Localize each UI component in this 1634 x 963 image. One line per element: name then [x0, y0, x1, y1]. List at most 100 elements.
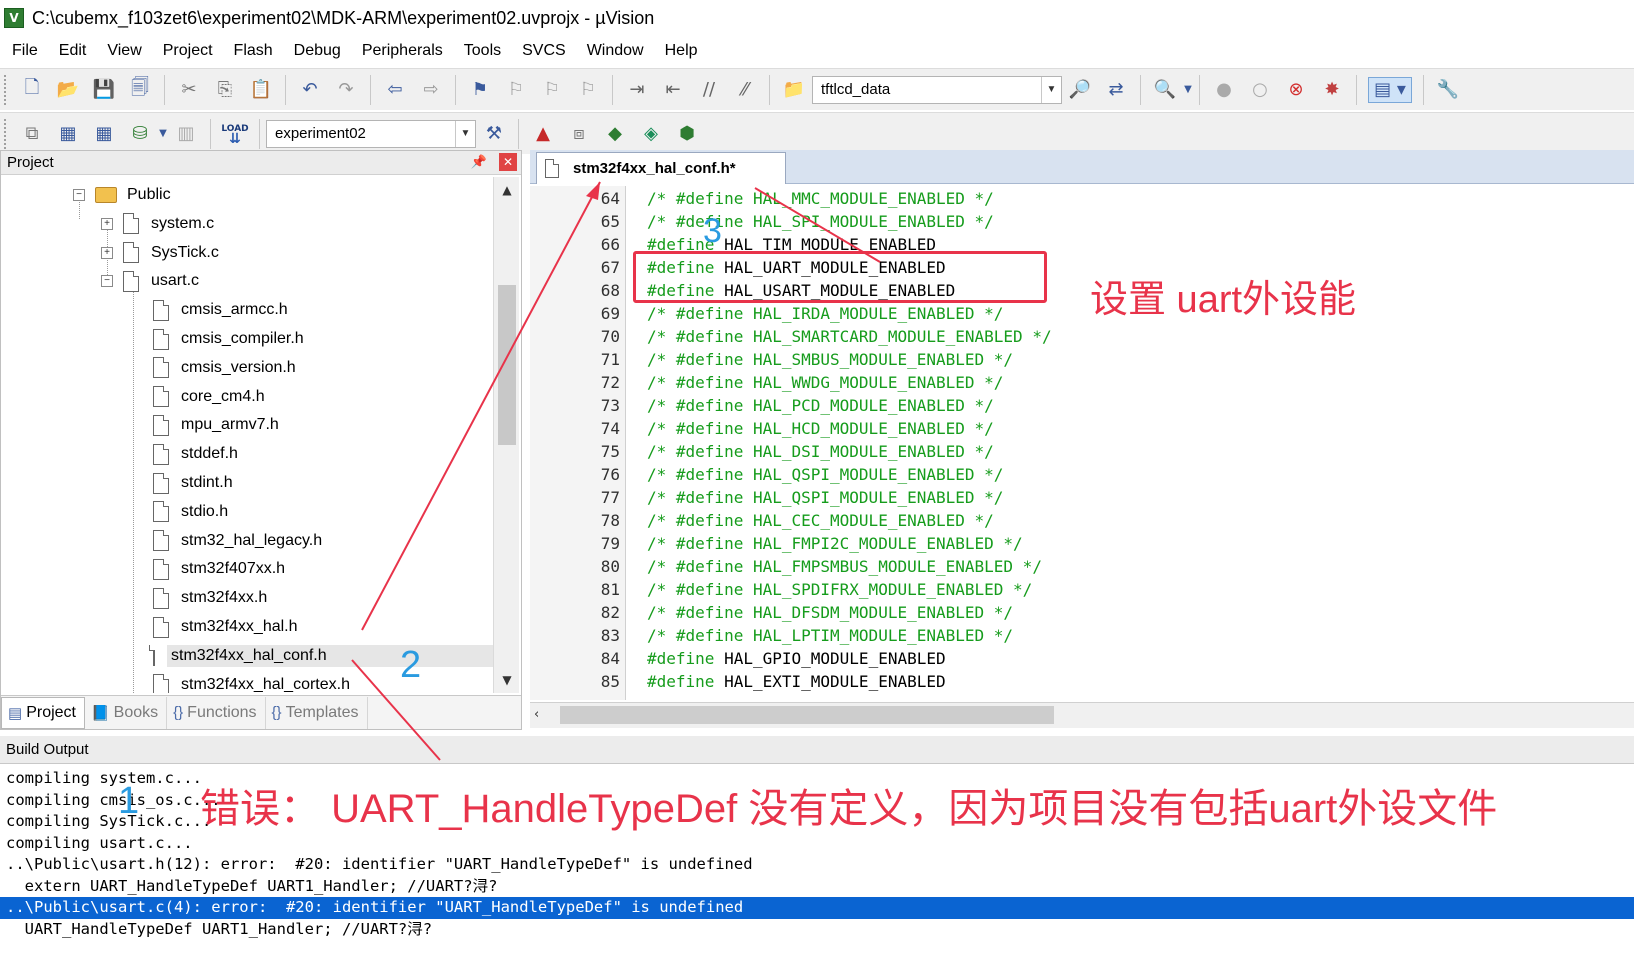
tree-item[interactable]: core_cm4.h	[153, 383, 265, 411]
menu-help[interactable]: Help	[653, 42, 707, 60]
tab-templates[interactable]: {} Templates	[266, 696, 368, 729]
tree-item[interactable]: stm32f407xx.h	[153, 555, 285, 583]
navigate-forward-icon[interactable]: ⇨	[418, 77, 444, 103]
tree-item[interactable]: cmsis_version.h	[153, 354, 296, 382]
uncomment-icon[interactable]: ⁄⁄	[732, 77, 758, 103]
build-output-line[interactable]: extern UART_HandleTypeDef UART1_Handler;…	[6, 876, 498, 898]
paste-icon[interactable]: 📋	[248, 77, 274, 103]
debug-session-icon[interactable]: 🔍	[1152, 77, 1178, 103]
rebuild-icon[interactable]: ▦	[91, 121, 117, 147]
tree-item[interactable]: stm32f4xx_hal_conf.h	[149, 642, 493, 670]
chevron-down-icon[interactable]: ▼	[1183, 77, 1193, 103]
batch-build-icon[interactable]: ⛁	[127, 121, 153, 147]
find-combo[interactable]: tftlcd_data ▼	[812, 75, 1062, 104]
download-icon[interactable]: LOAD ⇊	[221, 121, 248, 147]
redo-icon[interactable]: ↷	[333, 77, 359, 103]
open-file-icon[interactable]: 📂	[55, 77, 81, 103]
project-tree-scrollbar[interactable]: ▲ ▼	[493, 177, 519, 693]
manage-project-items-icon[interactable]: ▲	[530, 121, 556, 147]
undo-icon[interactable]: ↶	[297, 77, 323, 103]
tree-item[interactable]: cmsis_armcc.h	[153, 296, 288, 324]
tree-item[interactable]: − Public	[73, 181, 171, 209]
clear-bookmarks-icon[interactable]: ⚐	[575, 77, 601, 103]
find-symbol-icon[interactable]: ⇄	[1103, 77, 1129, 103]
cut-icon[interactable]: ✂	[176, 77, 202, 103]
build-output-line[interactable]: compiling cmsis_os.c...	[6, 790, 221, 812]
build-output-line[interactable]: ..\Public\usart.h(12): error: #20: ident…	[6, 854, 753, 876]
menu-svcs[interactable]: SVCS	[510, 42, 575, 60]
collapse-icon[interactable]: −	[101, 275, 113, 288]
toolbar-grip[interactable]	[4, 74, 8, 105]
comment-icon[interactable]: //	[696, 77, 722, 103]
tab-books[interactable]: 📘 Books	[85, 696, 168, 729]
menu-edit[interactable]: Edit	[47, 42, 96, 60]
tree-item[interactable]: stdint.h	[153, 469, 233, 497]
select-packs-icon[interactable]: ⬢	[674, 121, 700, 147]
scroll-left-icon[interactable]: ‹	[534, 707, 539, 722]
tree-item[interactable]: stddef.h	[153, 440, 238, 468]
prev-bookmark-icon[interactable]: ⚐	[503, 77, 529, 103]
translate-icon[interactable]: ⧉	[19, 121, 45, 147]
pack-installer-icon[interactable]: ◈	[638, 121, 664, 147]
menu-peripherals[interactable]: Peripherals	[350, 42, 452, 60]
scroll-thumb[interactable]	[498, 285, 516, 445]
menu-flash[interactable]: Flash	[222, 42, 282, 60]
bookmark-icon[interactable]: ⚑	[467, 77, 493, 103]
chevron-down-icon[interactable]: ▼	[158, 121, 168, 147]
menu-file[interactable]: File	[0, 42, 47, 60]
build-output-line[interactable]: ..\Public\usart.c(4): error: #20: identi…	[0, 897, 1634, 919]
breakpoint-icon[interactable]: ●	[1211, 77, 1237, 103]
unindent-icon[interactable]: ⇤	[660, 77, 686, 103]
build-icon[interactable]: ▦	[55, 121, 81, 147]
tree-item[interactable]: cmsis_compiler.h	[153, 325, 304, 353]
incremental-find-icon[interactable]: 🔎	[1067, 77, 1093, 103]
scroll-thumb[interactable]	[560, 706, 1054, 724]
expand-icon[interactable]: +	[101, 246, 113, 259]
menu-debug[interactable]: Debug	[282, 42, 350, 60]
tree-item[interactable]: mpu_armv7.h	[153, 411, 279, 439]
build-output-line[interactable]: compiling SysTick.c...	[6, 811, 211, 833]
expand-icon[interactable]: +	[101, 217, 113, 230]
indent-icon[interactable]: ⇥	[624, 77, 650, 103]
tree-item[interactable]: stm32_hal_legacy.h	[153, 527, 322, 555]
tree-item[interactable]: − usart.c	[101, 267, 199, 295]
tree-item[interactable]: stm32f4xx.h	[153, 584, 267, 612]
copy-icon[interactable]: ⎘	[212, 77, 238, 103]
next-bookmark-icon[interactable]: ⚐	[539, 77, 565, 103]
run-time-environment-icon[interactable]: ◆	[602, 121, 628, 147]
tab-functions[interactable]: {} Functions	[167, 696, 266, 729]
toolbar-grip[interactable]	[4, 118, 8, 149]
chevron-down-icon[interactable]: ▼	[455, 120, 475, 147]
target-select[interactable]: experiment02 ▼	[266, 119, 476, 148]
collapse-icon[interactable]: −	[73, 189, 85, 201]
menu-tools[interactable]: Tools	[452, 42, 510, 60]
tree-item[interactable]: stm32f4xx_hal_cortex.h	[153, 671, 350, 693]
editor-tab-hal-conf[interactable]: stm32f4xx_hal_conf.h*	[536, 152, 786, 184]
clear-breakpoints-icon[interactable]: ✸	[1319, 77, 1345, 103]
save-all-icon[interactable]: 🗐	[127, 77, 153, 103]
tree-item[interactable]: + SysTick.c	[101, 239, 219, 267]
find-in-files-icon[interactable]: 📁	[781, 77, 807, 103]
pin-icon[interactable]: 📌	[471, 154, 487, 170]
scroll-down-icon[interactable]: ▼	[494, 667, 520, 693]
tree-item[interactable]: stdio.h	[153, 498, 228, 526]
menu-view[interactable]: View	[95, 42, 150, 60]
menu-project[interactable]: Project	[151, 42, 222, 60]
tab-project[interactable]: ▤ Project	[1, 696, 85, 729]
multi-project-icon[interactable]: ⧈	[566, 121, 592, 147]
tree-item[interactable]: stm32f4xx_hal.h	[153, 613, 298, 641]
editor-horizontal-scrollbar[interactable]: ‹	[530, 702, 1634, 728]
stop-build-icon[interactable]: ▥	[173, 121, 199, 147]
navigate-back-icon[interactable]: ⇦	[382, 77, 408, 103]
build-output-line[interactable]: compiling system.c...	[6, 768, 202, 790]
save-icon[interactable]: 💾	[91, 77, 117, 103]
disable-breakpoint-icon[interactable]: ○	[1247, 77, 1273, 103]
tree-item[interactable]: + system.c	[101, 210, 214, 238]
build-output-line[interactable]: UART_HandleTypeDef UART1_Handler; //UART…	[6, 919, 432, 941]
target-options-icon[interactable]: ⚒	[481, 121, 507, 147]
new-file-icon[interactable]: 🗋	[19, 77, 45, 103]
menu-window[interactable]: Window	[575, 42, 653, 60]
close-icon[interactable]: ✕	[499, 153, 517, 171]
configure-icon[interactable]: 🔧	[1435, 77, 1461, 103]
chevron-down-icon[interactable]: ▼	[1041, 76, 1061, 103]
